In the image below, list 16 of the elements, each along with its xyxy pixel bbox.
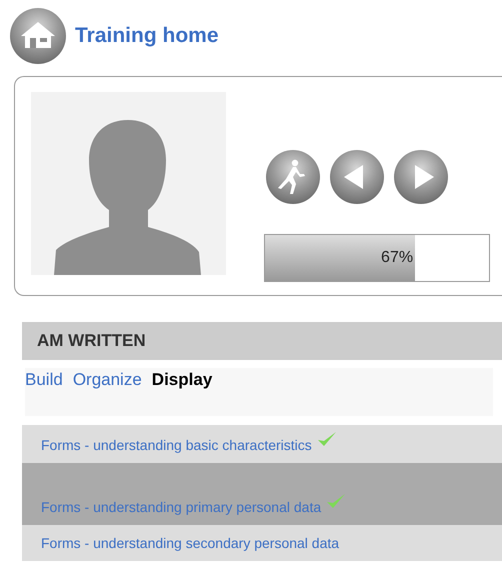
previous-button[interactable] (328, 148, 386, 206)
lesson-row[interactable]: Forms - understanding secondary personal data (22, 525, 502, 561)
lesson-link[interactable]: Forms - understanding basic characteristics (41, 431, 312, 459)
lesson-row[interactable]: Forms - understanding primary personal data (22, 463, 502, 525)
next-button[interactable] (392, 148, 450, 206)
tab[interactable]: Build (25, 370, 63, 390)
progress-percent: 67% (381, 249, 414, 267)
page-title[interactable]: Training home (75, 24, 219, 48)
tab[interactable]: Organize (72, 370, 142, 390)
lesson-row[interactable]: Forms - understanding basic characteristics (22, 425, 502, 463)
lesson-link[interactable]: Forms - understanding primary personal data (41, 493, 322, 521)
home-icon[interactable] (9, 7, 67, 65)
lesson-link[interactable]: Forms - understanding secondary personal data (41, 529, 340, 557)
section-title: AM WRITTEN (37, 331, 146, 351)
tab[interactable]: Display (152, 370, 212, 390)
runner-button[interactable] (264, 148, 322, 206)
